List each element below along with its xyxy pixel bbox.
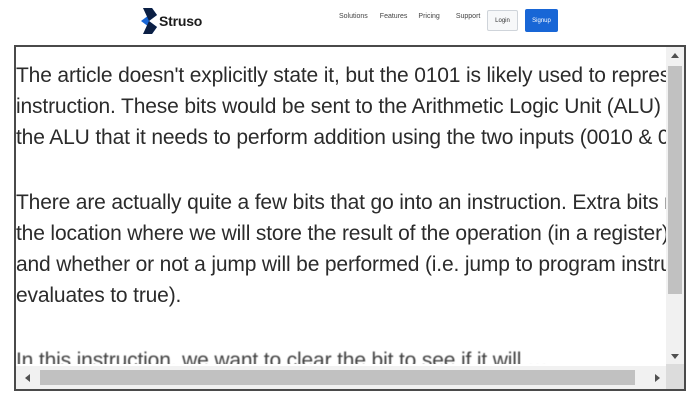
nav-link-solutions[interactable]: Solutions [339, 13, 368, 20]
scroll-left-arrow-icon [24, 373, 30, 382]
scroll-up-button[interactable] [666, 47, 684, 63]
article-viewport: The article doesn't explicitly state it,… [16, 47, 666, 364]
article-line: There are actually quite a few bits that… [16, 191, 666, 214]
scroll-right-button[interactable] [648, 366, 666, 389]
scroll-left-button[interactable] [18, 366, 36, 389]
scroll-right-arrow-icon [654, 373, 660, 382]
article-line: and whether or not a jump will be perfor… [16, 253, 666, 276]
login-button[interactable]: Login [487, 10, 518, 31]
horizontal-scrollbar[interactable] [16, 366, 666, 389]
article-line: evaluates to true). [16, 284, 182, 307]
article-line-cut-off: In this instruction, we want to clear th… [16, 349, 548, 364]
struso-logo-icon [141, 8, 157, 34]
nav-links: Solutions Features Pricing Support [339, 13, 480, 20]
article-line: instruction. These bits would be sent to… [16, 95, 666, 118]
scroll-up-arrow-icon [671, 52, 679, 58]
content-frame: The article doesn't explicitly state it,… [14, 45, 686, 391]
scroll-down-arrow-icon [671, 353, 679, 359]
article-text: The article doesn't explicitly state it,… [16, 60, 666, 364]
article-line: the location where we will store the res… [16, 222, 666, 245]
horizontal-scroll-thumb[interactable] [40, 370, 635, 385]
article-line: The article doesn't explicitly state it,… [16, 64, 666, 87]
vertical-scroll-thumb[interactable] [668, 66, 682, 294]
top-nav: Struso Solutions Features Pricing Suppor… [0, 0, 700, 42]
brand-name: Struso [159, 13, 203, 29]
brand[interactable]: Struso [141, 8, 202, 34]
scroll-down-button[interactable] [666, 348, 684, 364]
nav-link-support[interactable]: Support [456, 13, 481, 20]
article-line: the ALU that it needs to perform additio… [16, 126, 666, 149]
nav-link-features[interactable]: Features [380, 13, 408, 20]
scrollbar-corner [666, 364, 684, 389]
vertical-scrollbar[interactable] [666, 47, 684, 364]
signup-button[interactable]: Signup [525, 9, 558, 32]
nav-link-pricing[interactable]: Pricing [418, 13, 439, 20]
